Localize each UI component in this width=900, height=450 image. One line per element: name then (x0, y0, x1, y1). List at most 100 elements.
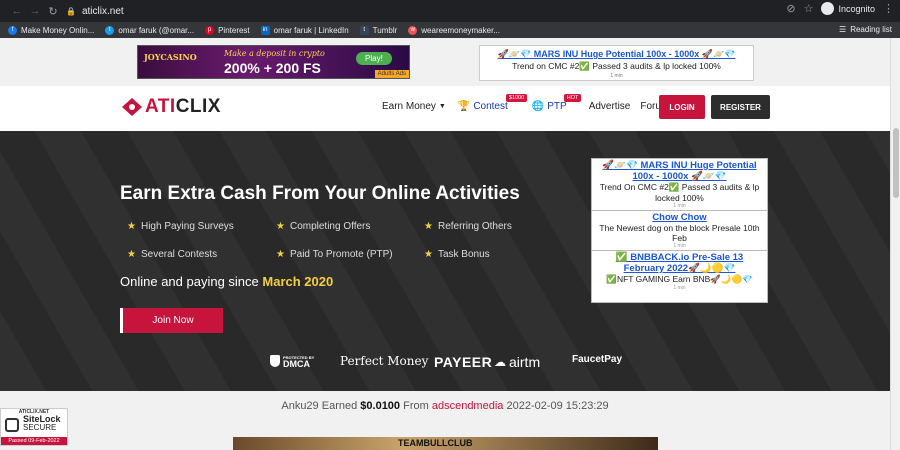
main-nav: Earn Money ▼ 🏆 Contest $1000 🌐 PTP HOT Ad… (382, 94, 679, 112)
text-ad-stack: 🚀🪐💎 MARS INU Huge Potential 100x - 1000x… (591, 158, 768, 303)
hero-title: Earn Extra Cash From Your Online Activit… (120, 183, 520, 204)
logo-mark-icon (122, 98, 142, 116)
sitelock-badge[interactable]: ATICLIX.NET SiteLock SECURE Passed 09-Fe… (0, 408, 68, 446)
bookmark-item[interactable]: w weareemoneymaker... (408, 25, 500, 35)
feature-item: ★ Completing Offers (276, 221, 371, 232)
text-ad-meta: 1 min (673, 285, 686, 291)
paying-since-date: March 2020 (262, 274, 334, 289)
hero-section: Earn Extra Cash From Your Online Activit… (0, 131, 890, 391)
nav-earn-money[interactable]: Earn Money ▼ (382, 101, 446, 112)
caret-down-icon: ▼ (438, 103, 446, 110)
text-ad-title[interactable]: Chow Chow (595, 212, 764, 223)
pinterest-icon: p (205, 25, 215, 35)
airtm-logo[interactable]: ☁ airtm (494, 354, 540, 370)
reload-icon[interactable]: ↻ (44, 5, 62, 18)
nav-ptp[interactable]: 🌐 PTP HOT (531, 94, 582, 112)
login-button[interactable]: LOGIN (659, 95, 705, 119)
perfect-money-logo[interactable]: Perfect Money (340, 354, 428, 368)
shield-icon (270, 355, 280, 367)
tracking-icon[interactable]: ⊘ (786, 2, 795, 15)
star-icon: ★ (127, 221, 136, 232)
bookmark-item[interactable]: f Make Money Onlin... (8, 25, 94, 35)
feature-item: ★ Several Contests (127, 249, 218, 260)
feature-item: ★ Referring Others (424, 221, 512, 232)
menu-dots-icon[interactable]: ⋮ (883, 2, 894, 15)
address-bar[interactable]: 🔒 aticlix.net (62, 3, 772, 19)
site-icon: w (408, 25, 418, 35)
casino-ad-banner[interactable]: JOYCASINO Make a deposit in crypto 200% … (137, 45, 410, 79)
feature-item: ★ Task Bonus (424, 249, 490, 260)
contest-badge: $1000 (505, 94, 528, 102)
bookmark-item[interactable]: in omar faruk | LinkedIn (260, 25, 349, 35)
text-ad-banner[interactable]: 🚀🪐💎 MARS INU Huge Potential 100x - 1000x… (479, 45, 754, 81)
star-icon: ★ (424, 249, 433, 260)
lock-icon[interactable]: 🔒 (66, 7, 76, 16)
twitter-icon: t (105, 25, 115, 35)
bookmarks-bar: f Make Money Onlin... t omar faruk (@omar.… (0, 22, 900, 38)
star-icon: ★ (424, 221, 433, 232)
earning-source: adscendmedia (431, 400, 504, 412)
star-icon: ★ (276, 221, 285, 232)
site-header: ATICLIX Earn Money ▼ 🏆 Contest $1000 🌐 PT… (0, 86, 890, 131)
logo-text-dark: CLIX (175, 96, 221, 117)
forward-icon[interactable]: → (26, 5, 44, 17)
text-ad-title[interactable]: ✅ BNBBACK.io Pre-Sale 13 February 2022🚀🌙… (595, 252, 764, 274)
paying-since: Online and paying since March 2020 (120, 274, 334, 289)
casino-logo: JOYCASINO (144, 52, 197, 62)
text-ad[interactable]: 🚀🪐💎 MARS INU Huge Potential 100x - 1000x… (592, 159, 767, 211)
star-icon: ★ (127, 249, 136, 260)
faucetpay-logo[interactable]: FaucetPay (572, 354, 622, 365)
incognito-icon (821, 2, 835, 15)
page-content: JOYCASINO Make a deposit in crypto 200% … (0, 38, 890, 450)
reading-list[interactable]: ☰ Reading list (839, 25, 892, 34)
text-ad-title[interactable]: 🚀🪐💎 MARS INU Huge Potential 100x - 1000x… (595, 160, 764, 182)
payeer-logo[interactable]: PAYEER (434, 354, 492, 370)
earning-timestamp: 2022-02-09 15:23:29 (506, 400, 609, 412)
url-text[interactable]: aticlix.net (82, 6, 124, 17)
back-icon[interactable]: ← (8, 5, 26, 17)
feature-item: ★ Paid To Promote (PTP) (276, 249, 393, 260)
text-ad-meta: 1 min (673, 203, 686, 209)
ad-tag: Adults Ads (374, 70, 409, 78)
text-ad-desc: Trend On CMC #2✅ Passed 3 audits & lp lo… (599, 182, 760, 203)
text-ad[interactable]: Chow Chow The Newest dog on the block Pr… (592, 211, 767, 251)
ad-play-button[interactable]: Play! (356, 52, 392, 65)
dmca-logo[interactable]: PROTECTED BY DMCA (270, 354, 314, 369)
recent-earning-ticker: Anku29 Earned $0.0100 From adscendmedia … (0, 391, 890, 421)
ad-deposit-text: Make a deposit in crypto (224, 49, 325, 58)
feature-item: ★ High Paying Surveys (127, 221, 234, 232)
site-logo[interactable]: ATICLIX (122, 96, 221, 118)
earner-username: Anku29 (281, 400, 319, 412)
bookmark-item[interactable]: t omar faruk (@omar... (105, 25, 194, 35)
star-icon: ★ (276, 249, 285, 260)
bottom-ad-banner[interactable]: TEAMBULLCLUB (233, 437, 658, 450)
incognito-label: Incognito (838, 3, 875, 14)
cloud-icon: ☁ (494, 355, 506, 369)
nav-contest[interactable]: 🏆 Contest $1000 (458, 94, 528, 112)
text-ad-desc: ✅NFT GAMING Earn BNB🚀🌙🟡💎 (606, 274, 753, 284)
toolbar-right: ⊘ ☆ Incognito ⋮ (786, 2, 894, 15)
padlock-icon (5, 418, 19, 432)
logo-text-red: ATI (145, 96, 176, 117)
ad-title-link[interactable]: 🚀🪐💎 MARS INU Huge Potential 100x - 1000x… (480, 49, 753, 60)
text-ad-desc: The Newest dog on the block Presale 10th… (599, 223, 760, 243)
sitelock-passed: Passed 09-Feb-2022 (1, 437, 67, 445)
browser-toolbar: ← → ↻ 🔒 aticlix.net ⊘ ☆ Incognito ⋮ (0, 0, 900, 22)
ad-meta: 1 min (610, 73, 623, 79)
text-ad[interactable]: ✅ BNBBACK.io Pre-Sale 13 February 2022🚀🌙… (592, 251, 767, 292)
page-scrollbar[interactable] (890, 38, 900, 450)
scrollbar-thumb[interactable] (893, 128, 899, 198)
bookmark-star-icon[interactable]: ☆ (804, 2, 814, 15)
ad-description: Trend on CMC #2✅ Passed 3 audits & lp lo… (512, 61, 721, 71)
bookmark-item[interactable]: p Pinterest (205, 25, 250, 35)
reading-list-icon: ☰ (839, 25, 847, 34)
ad-bonus-text: 200% + 200 FS (224, 60, 321, 76)
earned-amount: $0.0100 (360, 400, 401, 412)
nav-advertise[interactable]: Advertise (589, 101, 631, 112)
register-button[interactable]: REGISTER (711, 95, 770, 119)
bookmark-item[interactable]: t Tumblr (359, 25, 397, 35)
incognito-indicator[interactable]: Incognito (821, 2, 875, 15)
join-now-button[interactable]: Join Now (120, 308, 223, 333)
globe-icon: 🌐 (531, 101, 545, 112)
text-ad-meta: 1 min (673, 243, 686, 249)
